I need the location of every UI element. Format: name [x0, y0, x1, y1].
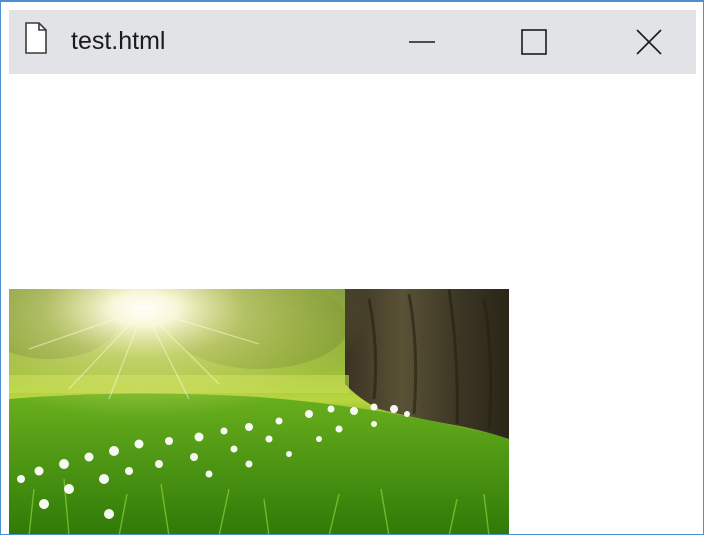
- close-button[interactable]: [621, 14, 677, 70]
- title-bar[interactable]: test.html: [9, 10, 696, 74]
- minimize-button[interactable]: [394, 14, 450, 70]
- maximize-button[interactable]: [506, 14, 562, 70]
- window-title: test.html: [71, 27, 166, 55]
- browser-window: test.html: [0, 0, 704, 535]
- document-icon: [24, 22, 48, 54]
- page-content: [9, 74, 696, 534]
- close-icon: [634, 27, 664, 57]
- nature-photo: [9, 289, 509, 534]
- minimize-icon: [407, 27, 437, 57]
- maximize-icon: [519, 27, 549, 57]
